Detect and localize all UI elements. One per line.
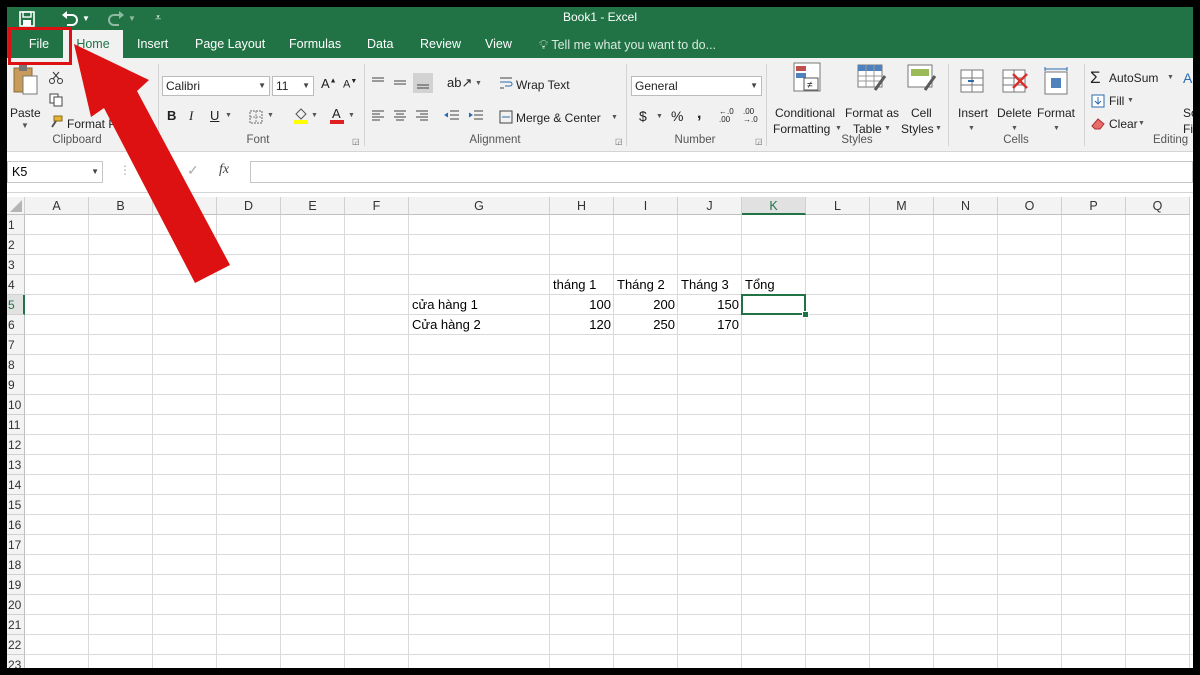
excel-window: ▼ ▼ ⩡ Book1 - Excel File Home Insert Pag… — [7, 7, 1193, 668]
red-arrow-icon — [74, 44, 230, 283]
